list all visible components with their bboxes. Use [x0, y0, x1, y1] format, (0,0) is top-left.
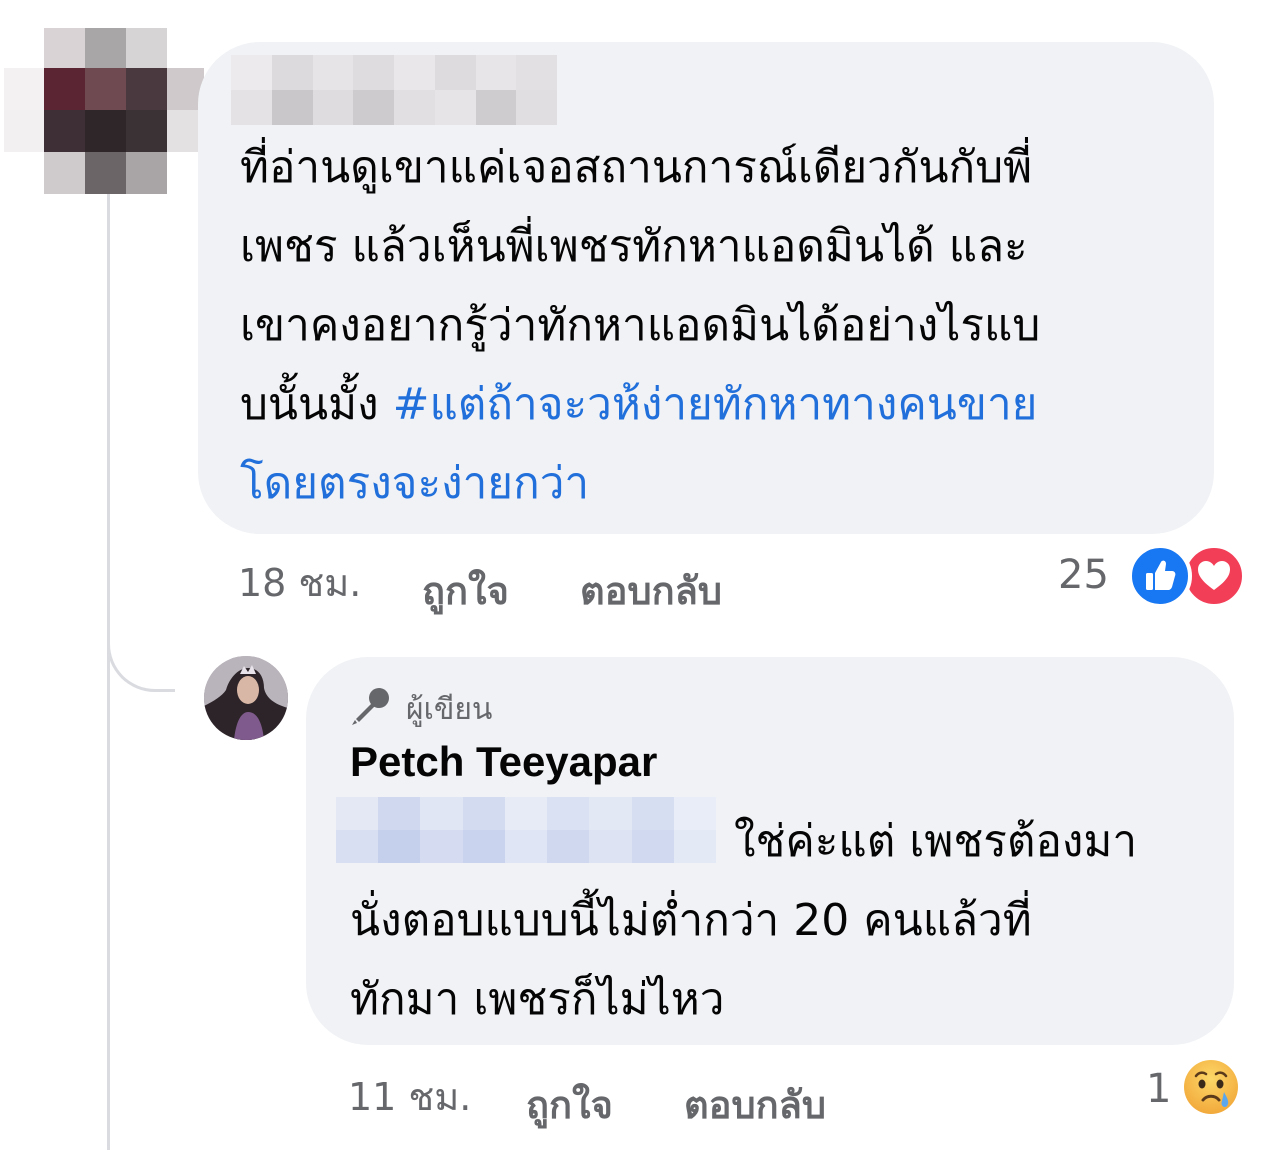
reply-text-line: ทักมา เพชรก็ไม่ไหว — [350, 974, 725, 1025]
author-badge: ผู้เขียน — [348, 684, 492, 734]
comment-line: เขาคงอยากรู้ว่าทักหาแอดมินได้อย่างไรแบ — [240, 300, 1041, 351]
hashtag-link[interactable]: #แต่ถ้าจะวห้ง่ายทักหาทางคนขาย — [393, 379, 1038, 430]
reply-text-line: นั่งตอบแบบนี้ไม่ต่ำกว่า 20 คนแล้วที่ — [350, 895, 1032, 946]
reply-text-line: ใช่ค่ะแต่ เพชรต้องมา — [734, 816, 1138, 867]
mentioned-user-blurred[interactable] — [336, 797, 716, 863]
author-name[interactable]: Petch Teeyapar — [350, 738, 657, 786]
comment-line: โดยตรงจะง่ายกว่า — [240, 444, 1200, 523]
like-button[interactable]: ถูกใจ — [422, 560, 509, 621]
reaction-count[interactable]: 25 — [1058, 552, 1109, 598]
comment-line: บนั้นมั้ง #แต่ถ้าจะวห้ง่ายทักหาทางคนขาย — [240, 365, 1200, 444]
commenter-name-blurred[interactable] — [231, 55, 557, 125]
comment-line-text: บนั้นมั้ง — [240, 379, 379, 430]
reply-timestamp[interactable]: 11 ชม. — [348, 1066, 471, 1127]
microphone-icon — [348, 685, 392, 733]
hashtag-link-continued[interactable]: โดยตรงจะง่ายกว่า — [240, 458, 589, 509]
comment-timestamp[interactable]: 18 ชม. — [238, 552, 361, 613]
comment-line: ที่อ่านดูเขาแค่เจอสถานการณ์เดียวกันกับพี… — [240, 142, 1033, 193]
author-badge-label: ผู้เขียน — [406, 691, 493, 727]
reply-button[interactable]: ตอบกลับ — [580, 560, 722, 621]
like-icon[interactable] — [1128, 544, 1192, 608]
reply-reply-button[interactable]: ตอบกลับ — [684, 1074, 826, 1135]
thread-connector — [107, 600, 175, 692]
author-avatar[interactable] — [204, 656, 288, 740]
comment-line: เพชร แล้วเห็นพี่เพชรทักหาแอดมินได้ และ — [240, 221, 1028, 272]
comment-text: ที่อ่านดูเขาแค่เจอสถานการณ์เดียวกันกับพี… — [240, 128, 1200, 523]
commenter-avatar[interactable] — [4, 28, 204, 194]
sad-icon[interactable] — [1182, 1058, 1240, 1116]
thread-line — [107, 190, 110, 1150]
reply-like-button[interactable]: ถูกใจ — [526, 1074, 613, 1135]
reply-reaction-count[interactable]: 1 — [1146, 1066, 1171, 1112]
